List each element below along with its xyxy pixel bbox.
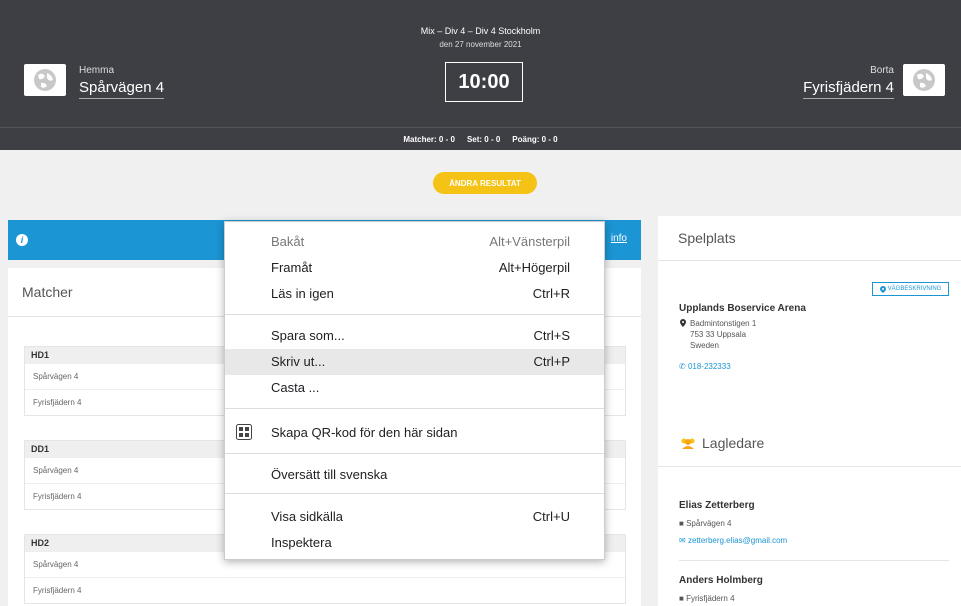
directions-button[interactable]: VÄGBESKRIVNING	[872, 282, 949, 296]
qr-code-icon	[236, 424, 252, 440]
division-title: Mix – Div 4 – Div 4 Stockholm	[420, 26, 541, 36]
menu-shortcut: Ctrl+U	[532, 509, 570, 524]
directions-label: VÄGBESKRIVNING	[887, 286, 942, 292]
menu-label: Casta ...	[271, 380, 320, 395]
venue-street: Badmintonstigen 1	[690, 319, 757, 328]
globe-icon	[34, 69, 56, 91]
phone-number: 018-232333	[687, 362, 731, 371]
away-team-logo	[903, 64, 945, 96]
leader-team: ■ Spårvägen 4	[679, 519, 731, 528]
venue-title: Spelplats	[678, 230, 736, 246]
venue-country: Sweden	[690, 341, 719, 350]
leader-team-label: Fyrisfjädern 4	[686, 594, 735, 603]
leaders-title: Lagledare	[702, 435, 765, 451]
phone-icon: ✆	[679, 362, 686, 371]
info-icon: i	[16, 234, 28, 246]
menu-item-save-as[interactable]: Spara som... Ctrl+S	[225, 323, 604, 349]
away-team-name[interactable]: Fyrisfjädern 4	[803, 79, 894, 99]
match-away: Fyrisfjädern 4	[25, 577, 625, 603]
globe-icon	[913, 69, 935, 91]
menu-item-forward[interactable]: Framåt Alt+Högerpil	[225, 255, 604, 281]
change-result-button[interactable]: ÄNDRA RESULTAT	[433, 172, 537, 194]
home-team-logo	[24, 64, 66, 96]
leader-team: ■ Fyrisfjädern 4	[679, 594, 735, 603]
score-matches: Matcher: 0 - 0	[403, 134, 455, 144]
venue-card: Spelplats VÄGBESKRIVNING Upplands Boserv…	[658, 216, 961, 424]
leader-team-label: Spårvägen 4	[686, 519, 732, 528]
menu-item-view-source[interactable]: Visa sidkälla Ctrl+U	[225, 504, 604, 530]
leader-email[interactable]: ✉ zetterberg.elias@gmail.com	[679, 536, 787, 545]
envelope-icon: ✉	[679, 536, 686, 545]
menu-item-print[interactable]: Skriv ut... Ctrl+P	[225, 349, 604, 375]
shirt-icon: ■	[679, 519, 684, 528]
leaders-card: Lagledare Elias Zetterberg ■ Spårvägen 4…	[658, 418, 961, 606]
menu-shortcut: Alt+Vänsterpil	[489, 234, 570, 249]
match-date: den 27 november 2021	[439, 40, 522, 49]
menu-separator	[225, 314, 604, 315]
leader-name: Anders Holmberg	[679, 575, 763, 586]
menu-shortcut: Ctrl+P	[533, 354, 570, 369]
menu-label: Framåt	[271, 260, 313, 275]
venue-postal: 753 33 Uppsala	[690, 330, 747, 339]
map-pin-icon	[680, 319, 686, 327]
menu-separator	[225, 453, 604, 454]
map-pin-icon	[879, 285, 886, 293]
score-sets: Set: 0 - 0	[466, 134, 501, 144]
menu-label: Inspektera	[271, 535, 332, 550]
home-team-name[interactable]: Spårvägen 4	[79, 79, 165, 99]
menu-shortcut: Ctrl+S	[533, 328, 570, 343]
menu-label: Skapa QR-kod för den här sidan	[271, 425, 458, 440]
score-points: Poäng: 0 - 0	[512, 134, 558, 144]
menu-item-inspect[interactable]: Inspektera	[225, 530, 604, 556]
menu-label: Läs in igen	[271, 286, 334, 301]
matches-title: Matcher	[22, 284, 73, 300]
team-leaders-icon	[681, 438, 695, 449]
venue-phone[interactable]: ✆ 018-232333	[679, 362, 731, 371]
divider	[658, 466, 961, 467]
menu-label: Visa sidkälla	[271, 509, 344, 524]
menu-shortcut: Alt+Högerpil	[498, 260, 570, 275]
menu-item-cast[interactable]: Casta ...	[225, 375, 604, 401]
info-link[interactable]: info	[611, 233, 627, 244]
divider	[679, 560, 949, 561]
leader-email-label: zetterberg.elias@gmail.com	[687, 536, 788, 545]
shirt-icon: ■	[679, 594, 684, 603]
score-summary: Matcher: 0 - 0 Set: 0 - 0 Poäng: 0 - 0	[0, 127, 961, 150]
menu-item-reload[interactable]: Läs in igen Ctrl+R	[225, 281, 604, 307]
menu-item-qr-code[interactable]: Skapa QR-kod för den här sidan	[225, 420, 604, 446]
menu-item-translate[interactable]: Översätt till svenska	[225, 462, 604, 488]
home-caption: Hemma	[79, 65, 115, 76]
menu-label: Skriv ut...	[271, 354, 326, 369]
away-caption: Borta	[870, 65, 894, 76]
menu-label: Bakåt	[271, 234, 305, 249]
menu-separator	[225, 493, 604, 494]
match-time: 10:00	[445, 62, 523, 102]
match-header: Mix – Div 4 – Div 4 Stockholm den 27 nov…	[0, 0, 961, 150]
menu-item-back[interactable]: Bakåt Alt+Vänsterpil	[225, 229, 604, 255]
menu-separator	[225, 408, 604, 409]
divider	[658, 260, 961, 261]
context-menu: Bakåt Alt+Vänsterpil Framåt Alt+Högerpil…	[224, 221, 605, 560]
menu-shortcut: Ctrl+R	[532, 286, 570, 301]
venue-name: Upplands Boservice Arena	[679, 303, 806, 314]
menu-label: Översätt till svenska	[271, 467, 388, 482]
leader-name: Elias Zetterberg	[679, 500, 755, 511]
menu-label: Spara som...	[271, 328, 345, 343]
